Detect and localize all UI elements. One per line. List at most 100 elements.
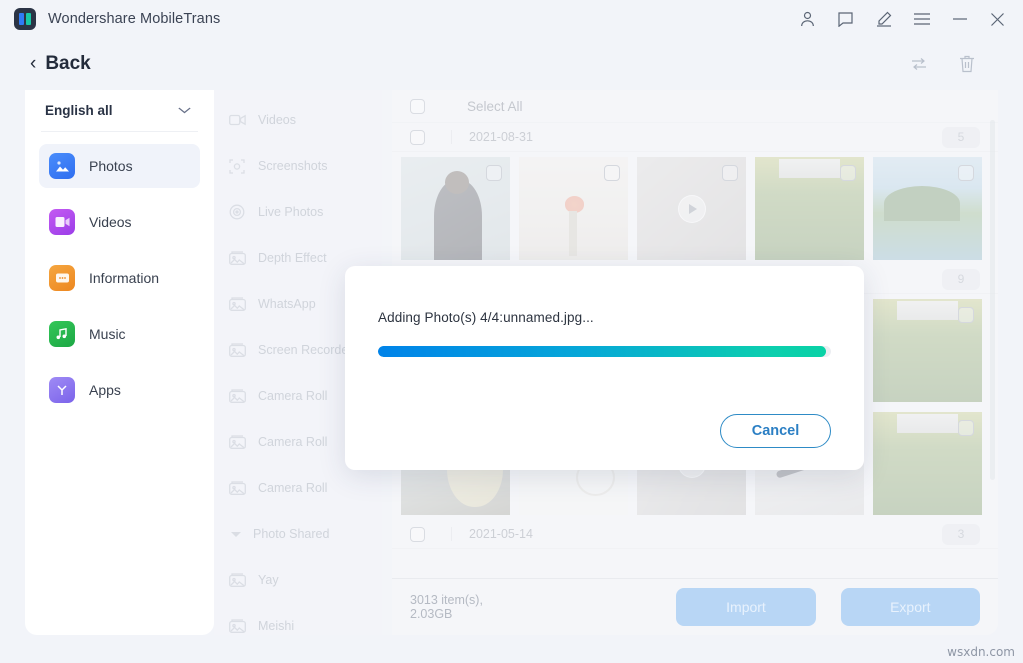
video-thumbnail[interactable] <box>637 157 746 260</box>
videos-icon <box>49 209 75 235</box>
sidebar: English all Photos Videos Information Mu… <box>25 90 214 635</box>
thumbnail-checkbox[interactable] <box>722 165 738 181</box>
date-label: 2021-05-14 <box>469 527 533 541</box>
edit-icon[interactable] <box>874 10 893 29</box>
album-item-label: Videos <box>258 113 296 127</box>
album-item-label: Live Photos <box>258 205 324 219</box>
trash-icon[interactable] <box>957 54 977 74</box>
album-item-camera-roll-3[interactable]: Camera Roll <box>214 465 392 511</box>
items-info-label: 3013 item(s), 2.03GB <box>410 593 483 621</box>
photo-thumbnail[interactable] <box>873 157 982 260</box>
sidebar-item-label: Apps <box>89 382 121 398</box>
video-album-icon <box>228 112 246 128</box>
album-item-label: Meishi <box>258 619 295 633</box>
feedback-icon[interactable] <box>836 10 855 29</box>
album-item-screenshots[interactable]: Screenshots <box>214 143 392 189</box>
album-item-label: Camera Roll <box>258 389 328 403</box>
live-photo-album-icon <box>228 204 246 220</box>
album-item-label: Yay <box>258 573 279 587</box>
sidebar-item-label: Music <box>89 326 126 342</box>
album-item-label: Camera Roll <box>258 481 328 495</box>
date-group-checkbox[interactable] <box>410 129 425 145</box>
minimize-icon[interactable] <box>950 10 969 29</box>
thumbnail-checkbox[interactable] <box>958 165 974 181</box>
menu-icon[interactable] <box>912 10 931 29</box>
export-button[interactable]: Export <box>840 588 980 626</box>
divider <box>451 130 452 144</box>
language-select-value: English all <box>45 103 113 118</box>
app-title: Wondershare MobileTrans <box>48 11 221 27</box>
sidebar-item-photos[interactable]: Photos <box>39 144 200 188</box>
photo-album-icon <box>228 296 246 312</box>
titlebar-controls <box>798 10 1009 29</box>
information-icon <box>49 265 75 291</box>
sidebar-item-information[interactable]: Information <box>39 256 200 300</box>
progress-bar-track <box>378 346 831 357</box>
sub-header-actions <box>909 54 1003 74</box>
album-item-live-photos[interactable]: Live Photos <box>214 189 392 235</box>
chevron-down-icon <box>178 105 192 117</box>
sidebar-item-label: Information <box>89 270 160 286</box>
account-icon[interactable] <box>798 10 817 29</box>
count-badge: 5 <box>942 126 980 148</box>
album-item-meishi[interactable]: Meishi <box>214 603 392 635</box>
photo-thumbnail[interactable] <box>873 412 982 515</box>
photo-album-icon <box>228 434 246 450</box>
sidebar-item-videos[interactable]: Videos <box>39 200 200 244</box>
progress-message: Adding Photo(s) 4/4:unnamed.jpg... <box>378 310 594 325</box>
date-label: 2021-08-31 <box>469 130 533 144</box>
album-item-label: Depth Effect <box>258 251 327 265</box>
collapse-triangle-icon <box>231 531 241 537</box>
date-group-header[interactable]: 2021-08-31 5 <box>392 123 998 152</box>
vertical-scrollbar[interactable] <box>990 120 995 480</box>
close-icon[interactable] <box>988 10 1007 29</box>
thumbnail-checkbox[interactable] <box>604 165 620 181</box>
thumbnail-checkbox[interactable] <box>958 307 974 323</box>
progress-dialog: Adding Photo(s) 4/4:unnamed.jpg... Cance… <box>345 266 864 470</box>
thumbnail-checkbox[interactable] <box>958 420 974 436</box>
watermark: wsxdn.com <box>947 645 1015 659</box>
progress-bar-fill <box>378 346 827 357</box>
photo-thumbnail[interactable] <box>401 157 510 260</box>
photos-icon <box>49 153 75 179</box>
album-item-label: Screenshots <box>258 159 328 173</box>
screenshot-album-icon <box>228 158 246 174</box>
sidebar-item-music[interactable]: Music <box>39 312 200 356</box>
photo-album-icon <box>228 480 246 496</box>
album-item-label: Screen Recorder <box>258 343 353 357</box>
album-group-label: Photo Shared <box>253 527 330 541</box>
back-label: Back <box>45 53 91 74</box>
date-group-header[interactable]: 2021-05-14 3 <box>392 520 998 549</box>
photo-thumbnail[interactable] <box>873 299 982 402</box>
album-group-photo-shared[interactable]: Photo Shared <box>214 511 392 557</box>
thumbnail-checkbox[interactable] <box>840 165 856 181</box>
sidebar-nav: Photos Videos Information Music Apps <box>39 132 200 412</box>
photo-album-icon <box>228 250 246 266</box>
play-icon <box>677 194 706 223</box>
photo-album-icon <box>228 388 246 404</box>
thumbnail-checkbox[interactable] <box>486 165 502 181</box>
select-all-checkbox[interactable] <box>410 98 425 114</box>
album-item-yay[interactable]: Yay <box>214 557 392 603</box>
language-select[interactable]: English all <box>41 90 198 132</box>
cancel-button[interactable]: Cancel <box>720 414 831 448</box>
photo-album-icon <box>228 618 246 634</box>
apps-icon <box>49 377 75 403</box>
back-button[interactable]: ‹ Back <box>30 53 91 75</box>
music-icon <box>49 321 75 347</box>
album-item-label: WhatsApp <box>258 297 316 311</box>
title-bar: Wondershare MobileTrans <box>0 0 1023 38</box>
sidebar-item-apps[interactable]: Apps <box>39 368 200 412</box>
count-badge: 9 <box>942 268 980 290</box>
photo-thumbnail[interactable] <box>519 157 628 260</box>
thumbnail-row <box>392 152 998 265</box>
select-all-label: Select All <box>467 98 523 114</box>
photo-album-icon <box>228 342 246 358</box>
app-logo-icon <box>14 8 36 30</box>
select-all-row[interactable]: Select All <box>392 90 998 123</box>
photo-thumbnail[interactable] <box>755 157 864 260</box>
import-button[interactable]: Import <box>676 588 816 626</box>
date-group-checkbox[interactable] <box>410 526 425 542</box>
album-item-videos[interactable]: Videos <box>214 97 392 143</box>
refresh-icon[interactable] <box>909 54 929 74</box>
